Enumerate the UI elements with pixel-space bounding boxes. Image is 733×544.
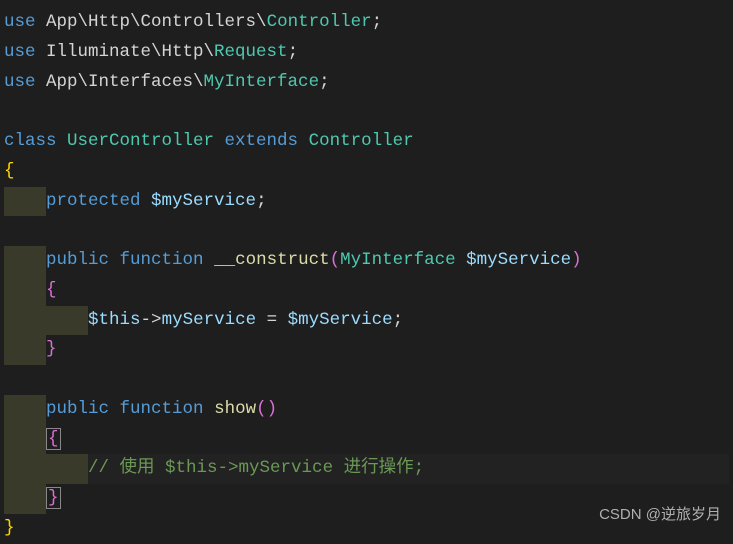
parent-class: Controller <box>298 131 414 151</box>
code-line: } <box>4 335 729 365</box>
blank-line <box>4 216 729 246</box>
watermark: CSDN @逆旅岁月 <box>599 502 721 528</box>
method-name: __construct <box>214 250 330 270</box>
parameter-type: MyInterface <box>340 250 456 270</box>
open-paren: ( <box>330 250 341 270</box>
close-brace: } <box>46 487 61 509</box>
arrow-operator: -> <box>141 310 162 330</box>
close-paren: ) <box>267 399 278 419</box>
open-paren: ( <box>256 399 267 419</box>
semicolon: ; <box>393 310 404 330</box>
indent <box>4 276 46 306</box>
namespace-path: Illuminate\Http\ <box>36 42 215 62</box>
keyword-use: use <box>4 12 36 32</box>
indent <box>4 454 46 484</box>
keyword-protected: protected <box>46 191 141 211</box>
close-brace: } <box>4 518 15 538</box>
keyword-function: function <box>109 399 214 419</box>
code-line: { <box>4 425 729 455</box>
code-line: { <box>4 157 729 187</box>
indent <box>46 306 88 336</box>
code-line: $this->myService = $myService; <box>4 306 729 336</box>
property-access: myService <box>162 310 257 330</box>
code-line: protected $myService; <box>4 187 729 217</box>
indent <box>4 246 46 276</box>
code-line: use App\Interfaces\MyInterface; <box>4 68 729 98</box>
semicolon: ; <box>288 42 299 62</box>
parameter-var: $myService <box>456 250 572 270</box>
code-line: public function show() <box>4 395 729 425</box>
keyword-class: class <box>4 131 57 151</box>
code-line: class UserController extends Controller <box>4 127 729 157</box>
class-name: UserController <box>57 131 225 151</box>
keyword-function: function <box>109 250 214 270</box>
close-brace: } <box>46 339 57 359</box>
method-name: show <box>214 399 256 419</box>
property-name: $myService <box>141 191 257 211</box>
code-line-active: // 使用 $this->myService 进行操作; <box>4 454 729 484</box>
code-line: { <box>4 276 729 306</box>
namespace-path: App\Http\Controllers\ <box>36 12 267 32</box>
indent <box>4 306 46 336</box>
namespace-path: App\Interfaces\ <box>36 72 204 92</box>
semicolon: ; <box>256 191 267 211</box>
indent <box>4 395 46 425</box>
open-brace: { <box>46 428 61 450</box>
open-brace: { <box>4 161 15 181</box>
close-paren: ) <box>571 250 582 270</box>
keyword-extends: extends <box>225 131 299 151</box>
indent <box>4 187 46 217</box>
this-var: $this <box>88 310 141 330</box>
blank-line <box>4 365 729 395</box>
indent <box>46 454 88 484</box>
blank-line <box>4 97 729 127</box>
semicolon: ; <box>319 72 330 92</box>
equals-operator: = <box>256 310 288 330</box>
comment: // 使用 $this->myService 进行操作; <box>88 458 424 478</box>
indent <box>4 335 46 365</box>
keyword-public: public <box>46 399 109 419</box>
class-reference: MyInterface <box>204 72 320 92</box>
semicolon: ; <box>372 12 383 32</box>
code-line: use App\Http\Controllers\Controller; <box>4 8 729 38</box>
keyword-public: public <box>46 250 109 270</box>
indent <box>4 484 46 514</box>
code-editor: use App\Http\Controllers\Controller; use… <box>4 8 729 544</box>
class-reference: Request <box>214 42 288 62</box>
assign-var: $myService <box>288 310 393 330</box>
keyword-use: use <box>4 42 36 62</box>
class-reference: Controller <box>267 12 372 32</box>
keyword-use: use <box>4 72 36 92</box>
open-brace: { <box>46 280 57 300</box>
code-line: use Illuminate\Http\Request; <box>4 38 729 68</box>
code-line: public function __construct(MyInterface … <box>4 246 729 276</box>
indent <box>4 425 46 455</box>
